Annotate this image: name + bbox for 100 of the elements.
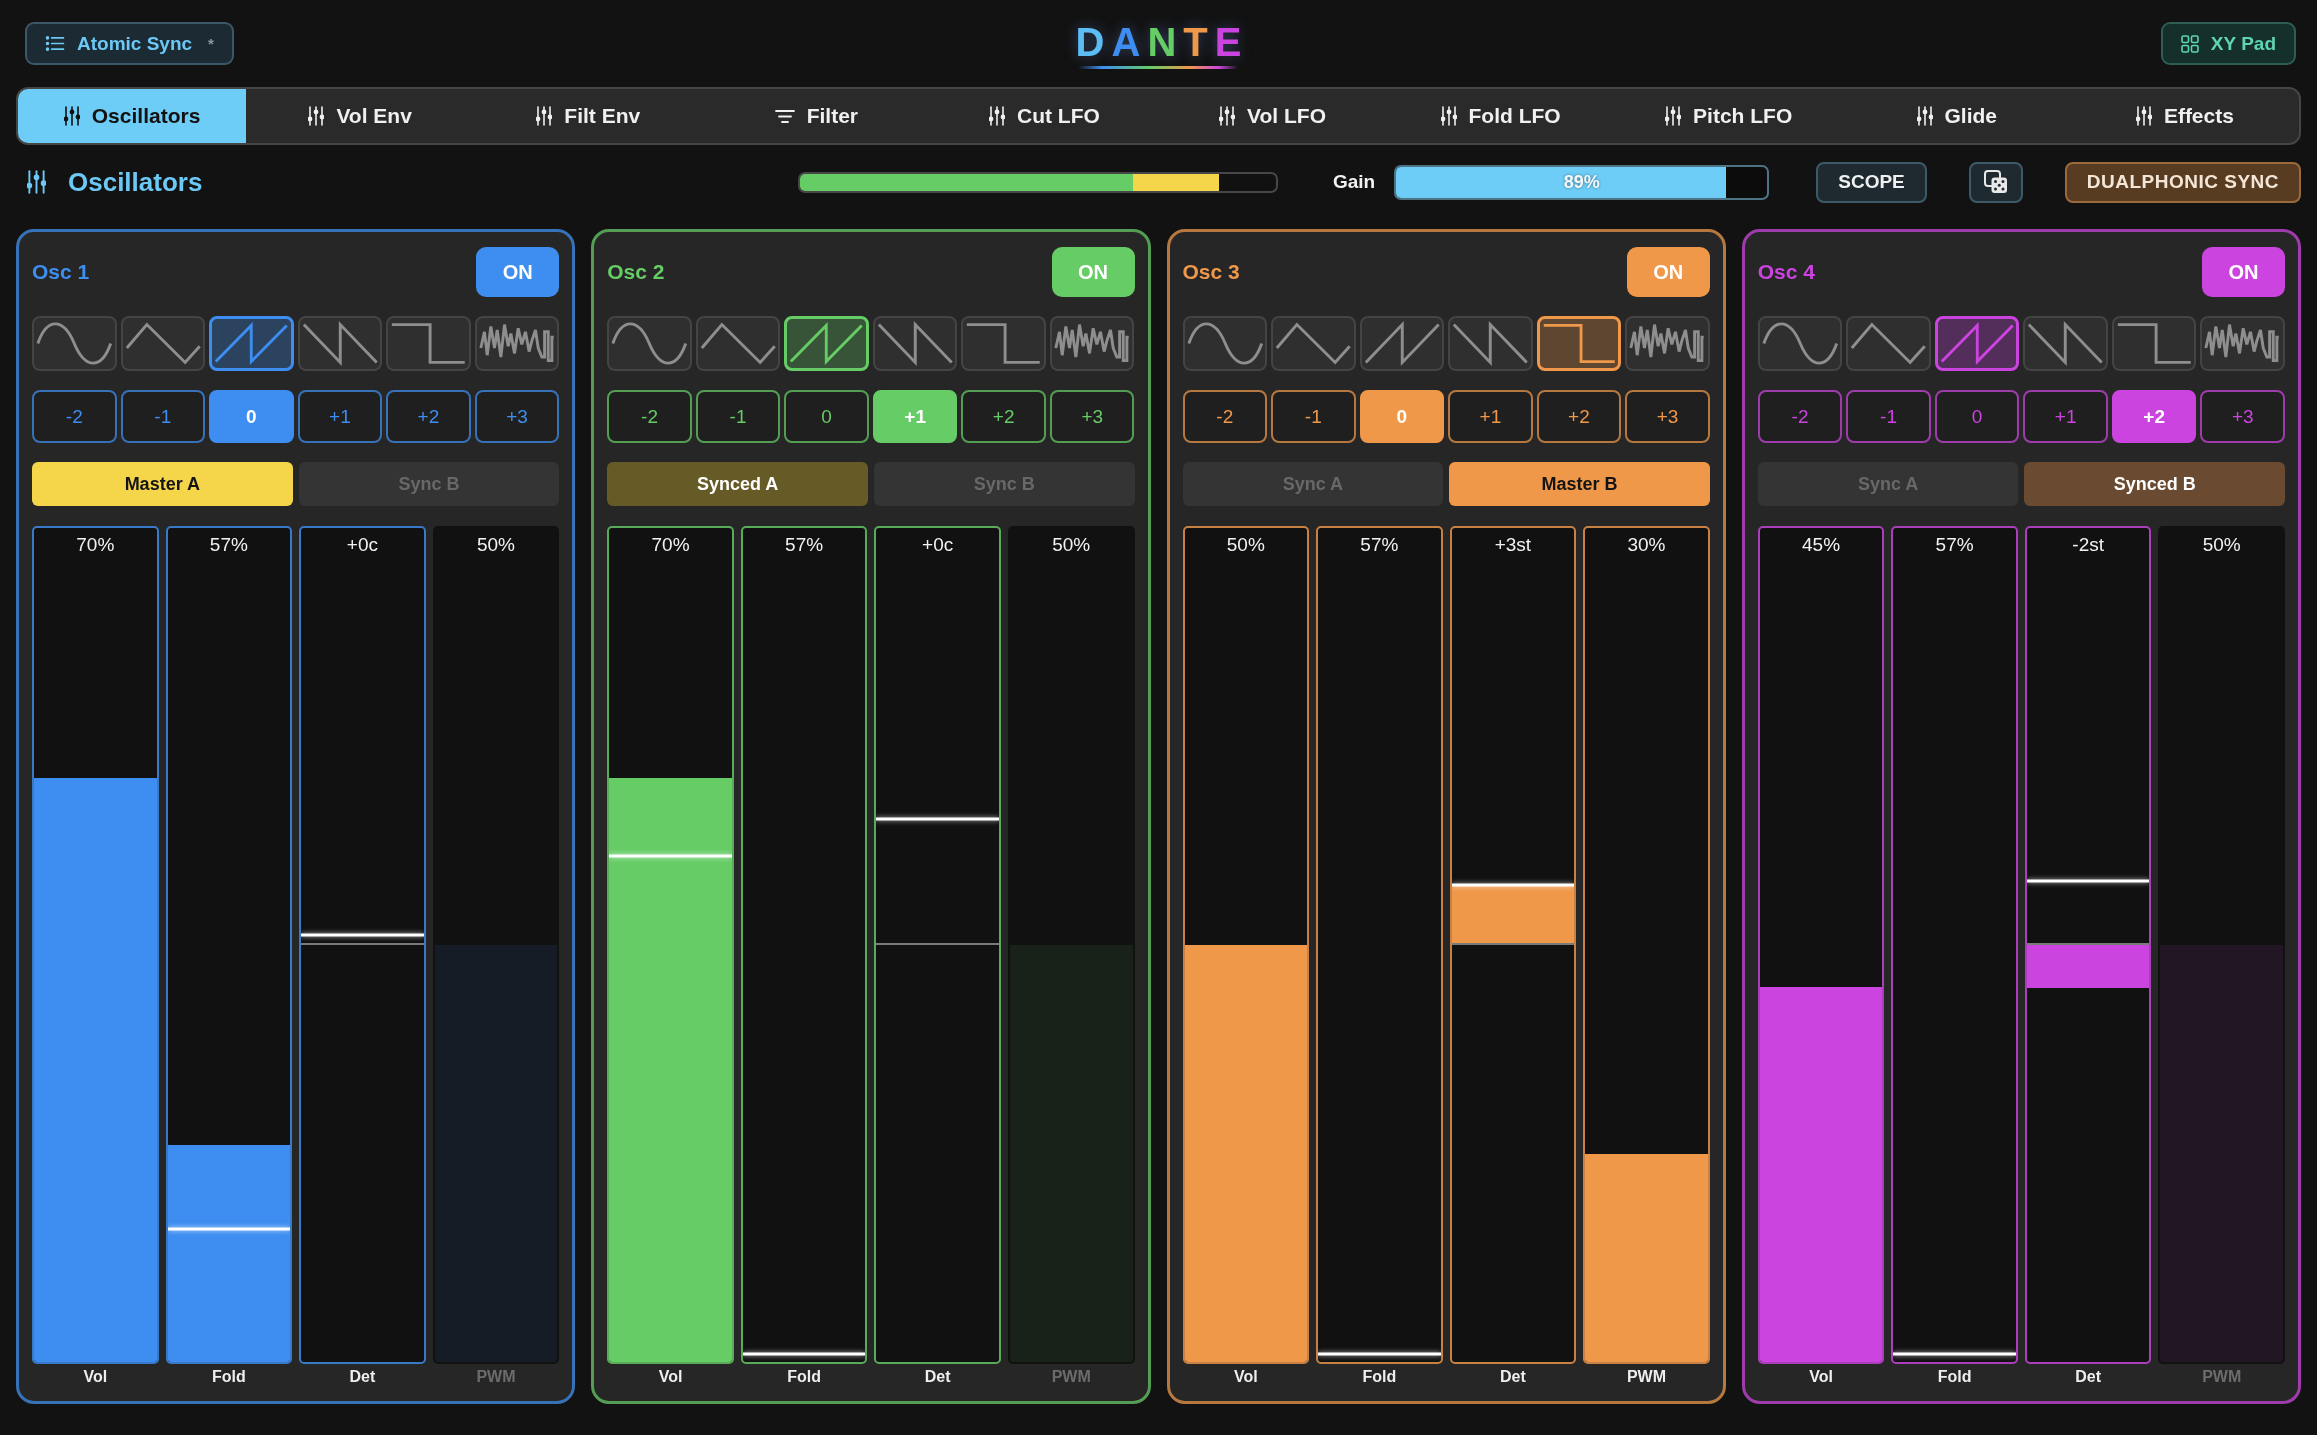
waveform-button[interactable] xyxy=(872,316,958,371)
scope-button[interactable]: SCOPE xyxy=(1816,161,1927,203)
waveform-button[interactable] xyxy=(607,316,692,371)
octave-button[interactable]: +2 xyxy=(2111,390,2197,443)
fader-track[interactable]: +3st xyxy=(1449,526,1577,1364)
fader-track[interactable]: 30% xyxy=(1583,526,1710,1364)
waveform-button[interactable] xyxy=(2111,316,2197,371)
octave-button[interactable]: 0 xyxy=(1934,390,2020,443)
tab[interactable]: Effects xyxy=(2070,89,2299,143)
fader-track[interactable]: 50% xyxy=(2158,526,2285,1364)
octave-button[interactable]: +1 xyxy=(297,390,383,443)
sine-wave-icon xyxy=(1761,321,1839,366)
falling-saw-wave-icon xyxy=(2027,321,2104,366)
fader-track[interactable]: 70% xyxy=(607,526,734,1364)
waveform-button[interactable] xyxy=(120,316,206,371)
fader-track[interactable]: 57% xyxy=(740,526,868,1364)
waveform-button[interactable] xyxy=(1359,316,1445,371)
waveform-button[interactable] xyxy=(1934,316,2020,371)
waveform-button[interactable] xyxy=(1049,316,1135,371)
preset-button[interactable]: Atomic Sync * xyxy=(25,22,234,65)
fader-track[interactable]: +0c xyxy=(874,526,1001,1364)
waveform-button[interactable] xyxy=(2200,316,2285,371)
waveform-button[interactable] xyxy=(297,316,383,371)
waveform-button[interactable] xyxy=(784,316,869,371)
tab[interactable]: Vol Env xyxy=(246,89,475,143)
waveform-button[interactable] xyxy=(474,316,560,371)
octave-button[interactable]: +3 xyxy=(1049,390,1135,443)
waveform-button[interactable] xyxy=(1448,316,1533,371)
octave-button[interactable]: +1 xyxy=(2023,390,2108,443)
fader-track[interactable]: +0c xyxy=(299,526,426,1364)
fader-label: Det xyxy=(1499,1367,1527,1387)
octave-button[interactable]: -2 xyxy=(1757,390,1843,443)
octave-button[interactable]: 0 xyxy=(784,390,869,443)
waveform-button[interactable] xyxy=(386,316,471,371)
power-button[interactable]: ON xyxy=(2202,247,2285,297)
tab[interactable]: Filt Env xyxy=(474,89,703,143)
tab[interactable]: Cut LFO xyxy=(930,89,1159,143)
octave-button[interactable]: +2 xyxy=(386,390,471,443)
waveform-button[interactable] xyxy=(1846,316,1931,371)
octave-button[interactable]: -2 xyxy=(32,390,117,443)
fader-label: Vol xyxy=(1232,1367,1259,1387)
fader-track[interactable]: 70% xyxy=(32,526,159,1364)
waveform-button[interactable] xyxy=(32,316,117,371)
sliders-icon xyxy=(536,106,553,126)
tab[interactable]: Glide xyxy=(1842,89,2071,143)
octave-button[interactable]: +2 xyxy=(1536,390,1622,443)
fader-track[interactable]: 57% xyxy=(1316,526,1443,1364)
gain-label: Gain xyxy=(1333,171,1376,193)
section-title: Oscillators xyxy=(68,166,203,198)
sine-wave-icon xyxy=(1186,321,1264,366)
waveform-button[interactable] xyxy=(1182,316,1268,371)
fader-track[interactable]: -2st xyxy=(2024,526,2152,1364)
octave-button[interactable]: +3 xyxy=(474,390,560,443)
octave-button[interactable]: +3 xyxy=(1625,390,1710,443)
waveform-button[interactable] xyxy=(1536,316,1622,371)
octave-button[interactable]: -1 xyxy=(120,390,206,443)
rising-saw-wave-icon xyxy=(1939,322,2015,365)
octave-button[interactable]: -1 xyxy=(695,390,781,443)
fader-track[interactable]: 57% xyxy=(1891,526,2018,1364)
square-wave-icon xyxy=(965,321,1042,366)
octave-button[interactable]: +3 xyxy=(2200,390,2285,443)
sliders-icon xyxy=(27,170,46,194)
fader-value: 70% xyxy=(75,533,116,556)
octave-button[interactable]: -2 xyxy=(1182,390,1268,443)
square-wave-icon xyxy=(1541,322,1617,365)
waveform-button[interactable] xyxy=(1271,316,1356,371)
fader-track[interactable]: 50% xyxy=(1007,526,1135,1364)
randomize-button[interactable] xyxy=(1968,161,2023,203)
waveform-button[interactable] xyxy=(209,316,294,371)
octave-button[interactable]: -2 xyxy=(607,390,692,443)
xy-pad-button[interactable]: XY Pad xyxy=(2160,22,2296,65)
tab[interactable]: Pitch LFO xyxy=(1614,89,1843,143)
waveform-button[interactable] xyxy=(1757,316,1843,371)
fader-track[interactable]: 50% xyxy=(1182,526,1310,1364)
fader-value: +0c xyxy=(921,533,955,556)
waveform-button[interactable] xyxy=(961,316,1046,371)
tab[interactable]: Fold LFO xyxy=(1386,89,1615,143)
fader-track[interactable]: 50% xyxy=(432,526,560,1364)
tab[interactable]: Filter xyxy=(702,89,931,143)
octave-button[interactable]: +1 xyxy=(1448,390,1533,443)
sync-button[interactable]: Synced B xyxy=(2024,462,2285,506)
octave-button[interactable]: -1 xyxy=(1271,390,1356,443)
waveform-button[interactable] xyxy=(1625,316,1710,371)
sync-button[interactable]: Synced A xyxy=(607,462,868,506)
dualphonic-sync-button[interactable]: DUALPHONIC SYNC xyxy=(2064,161,2301,203)
sine-wave-icon xyxy=(611,321,688,366)
fader-track[interactable]: 45% xyxy=(1757,526,1885,1364)
sync-button[interactable]: Master B xyxy=(1449,462,1710,506)
fader-value: 30% xyxy=(1626,533,1667,556)
octave-button[interactable]: +2 xyxy=(961,390,1046,443)
waveform-button[interactable] xyxy=(2023,316,2108,371)
sliders-icon xyxy=(1916,106,1933,126)
sync-button[interactable]: Master A xyxy=(32,462,293,506)
tab[interactable]: Vol LFO xyxy=(1158,89,1387,143)
rising-saw-wave-icon xyxy=(1363,321,1441,366)
fader-track[interactable]: 57% xyxy=(165,526,293,1364)
waveform-button[interactable] xyxy=(695,316,781,371)
tab[interactable]: Oscillators xyxy=(18,89,247,143)
sine-wave-icon xyxy=(36,321,113,366)
octave-button[interactable]: -1 xyxy=(1846,390,1931,443)
